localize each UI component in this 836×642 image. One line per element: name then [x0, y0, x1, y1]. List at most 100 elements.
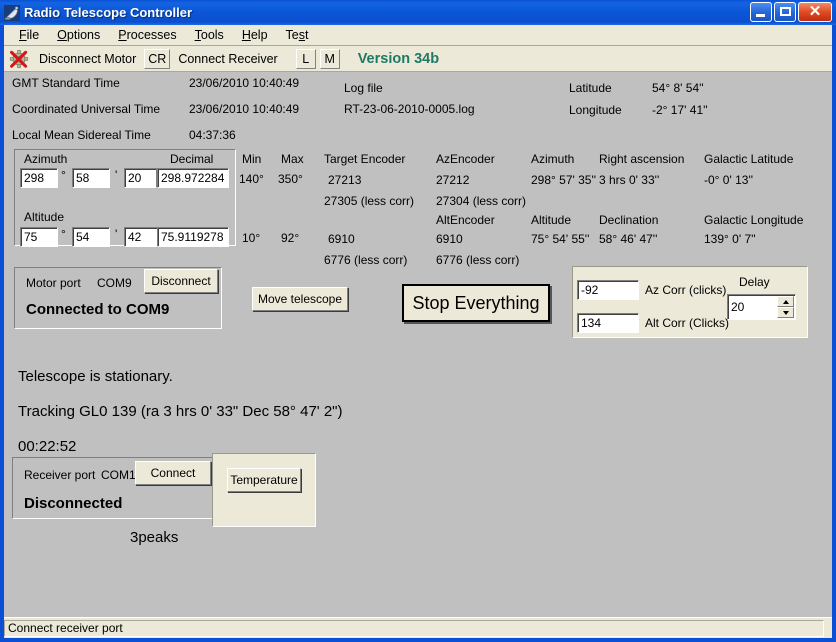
altitude-min-value: 10°: [242, 231, 261, 245]
alt-encoder-label: AltEncoder: [436, 213, 495, 227]
disconnect-motor-button[interactable]: Disconnect Motor: [33, 52, 142, 66]
right-ascension-label: Right ascension: [599, 152, 685, 166]
motor-port-value: COM9: [97, 276, 132, 290]
alt-correction-label: Alt Corr (Clicks): [645, 316, 729, 330]
encoder-azimuth-value: 298° 57' 35'': [531, 173, 597, 187]
longitude-value: -2° 17' 41'': [652, 103, 708, 117]
version-label: Version 34b: [357, 50, 440, 67]
logfile-name: RT-23-06-2010-0005.log: [344, 102, 475, 116]
declination-value: 58° 46' 47'': [599, 232, 658, 246]
move-telescope-button[interactable]: Move telescope: [252, 287, 348, 311]
right-ascension-value: 3 hrs 0' 33'': [599, 173, 660, 187]
connect-receiver-button[interactable]: Connect Receiver: [172, 52, 283, 66]
motor-status-label: Connected to COM9: [26, 301, 170, 318]
min-label: Min: [242, 152, 262, 166]
latitude-value: 54° 8' 54'': [652, 81, 704, 95]
az-correction-label: Az Corr (clicks): [645, 283, 727, 297]
azimuth-label: Azimuth: [24, 152, 68, 166]
altitude-minutes-input[interactable]: 54: [72, 227, 110, 247]
l-button[interactable]: L: [295, 48, 316, 69]
max-label: Max: [281, 152, 304, 166]
cr-button[interactable]: CR: [144, 48, 171, 69]
altitude-minute-symbol: ': [115, 227, 118, 241]
azimuth-degrees-input[interactable]: 298: [20, 168, 58, 188]
status-bar: Connect receiver port: [4, 617, 832, 638]
altitude-degrees-input[interactable]: 75: [20, 227, 58, 247]
utc-time-value: 23/06/2010 10:40:49: [189, 102, 300, 116]
target-encoder-az-lesscorr: 27305 (less corr): [324, 194, 415, 208]
spinner-up-icon[interactable]: [777, 296, 794, 307]
mode-label: 3peaks: [130, 529, 179, 546]
altitude-degree-symbol: °: [61, 227, 66, 241]
m-button[interactable]: M: [319, 48, 340, 69]
delay-spinner[interactable]: [777, 296, 794, 318]
target-encoder-label: Target Encoder: [324, 152, 406, 166]
gmt-time-value: 23/06/2010 10:40:49: [189, 76, 300, 90]
alt-encoder-lesscorr: 6776 (less corr): [436, 253, 520, 267]
logfile-label: Log file: [344, 81, 383, 95]
galactic-latitude-label: Galactic Latitude: [704, 152, 794, 166]
tracking-status-line: Tracking GL0 139 (ra 3 hrs 0' 33" Dec 58…: [18, 403, 343, 420]
spinner-down-icon[interactable]: [777, 307, 794, 318]
az-encoder-label: AzEncoder: [436, 152, 495, 166]
declination-label: Declination: [599, 213, 659, 227]
galactic-latitude-value: -0° 0' 13'': [704, 173, 754, 187]
menu-item-test[interactable]: Test: [277, 26, 318, 44]
encoder-altitude-label: Altitude: [531, 213, 572, 227]
az-encoder-value: 27212: [436, 173, 470, 187]
az-correction-input[interactable]: -92: [577, 280, 639, 300]
altitude-label: Altitude: [24, 210, 65, 224]
altitude-max-value: 92°: [281, 231, 300, 245]
maximize-button[interactable]: [774, 2, 796, 22]
lmst-label: Local Mean Sidereal Time: [12, 128, 151, 142]
latitude-label: Latitude: [569, 81, 612, 95]
status-bar-text: Connect receiver port: [4, 620, 824, 637]
encoder-azimuth-label: Azimuth: [531, 152, 575, 166]
close-button[interactable]: ✕: [798, 2, 832, 22]
menu-item-help[interactable]: Help: [233, 26, 277, 44]
tool-bar: Disconnect Motor CR Connect Receiver L M…: [4, 46, 832, 72]
gmt-time-label: GMT Standard Time: [12, 76, 120, 90]
satellite-dish-icon: [4, 4, 20, 21]
galactic-longitude-label: Galactic Longitude: [704, 213, 804, 227]
client-area: GMT Standard Time 23/06/2010 10:40:49 Co…: [4, 72, 832, 617]
application-window: Radio Telescope Controller ✕ File Options…: [0, 0, 836, 642]
receiver-connect-button[interactable]: Connect: [135, 461, 211, 485]
longitude-label: Longitude: [569, 103, 622, 117]
delay-label: Delay: [739, 275, 770, 289]
temperature-button[interactable]: Temperature: [227, 468, 301, 492]
az-encoder-lesscorr: 27304 (less corr): [436, 194, 527, 208]
gear-disconnect-icon[interactable]: [9, 49, 29, 69]
receiver-status-label: Disconnected: [24, 495, 123, 512]
menu-item-options[interactable]: Options: [48, 26, 109, 44]
minimize-button[interactable]: [750, 2, 772, 22]
window-title: Radio Telescope Controller: [24, 5, 193, 20]
stop-everything-button[interactable]: Stop Everything: [402, 284, 550, 322]
azimuth-min-value: 140°: [239, 172, 264, 186]
menu-item-file[interactable]: File: [10, 26, 48, 44]
menu-bar: File Options Processes Tools Help Test: [4, 25, 832, 46]
motor-port-label: Motor port: [26, 276, 81, 290]
motor-disconnect-button[interactable]: Disconnect: [144, 269, 218, 293]
target-encoder-alt-lesscorr: 6776 (less corr): [324, 253, 408, 267]
receiver-port-value: COM1: [101, 468, 136, 482]
azimuth-minute-symbol: ': [115, 168, 118, 182]
altitude-decimal-input[interactable]: 75.9119278: [157, 227, 229, 247]
elapsed-time-line: 00:22:52: [18, 438, 77, 455]
lmst-value: 04:37:36: [189, 128, 236, 142]
utc-time-label: Coordinated Universal Time: [12, 102, 161, 116]
title-bar: Radio Telescope Controller ✕: [0, 0, 836, 25]
alt-correction-input[interactable]: 134: [577, 313, 639, 333]
receiver-port-label: Receiver port: [24, 468, 96, 482]
telescope-status-line: Telescope is stationary.: [18, 368, 173, 385]
azimuth-minutes-input[interactable]: 58: [72, 168, 110, 188]
azimuth-decimal-input[interactable]: 298.972284: [157, 168, 229, 188]
encoder-altitude-value: 75° 54' 55'': [531, 232, 590, 246]
azimuth-degree-symbol: °: [61, 168, 66, 182]
window-controls: ✕: [750, 2, 832, 22]
menu-item-tools[interactable]: Tools: [186, 26, 233, 44]
azimuth-max-value: 350°: [278, 172, 303, 186]
alt-encoder-value: 6910: [436, 232, 463, 246]
target-encoder-az-value: 27213: [328, 173, 362, 187]
menu-item-processes[interactable]: Processes: [109, 26, 185, 44]
